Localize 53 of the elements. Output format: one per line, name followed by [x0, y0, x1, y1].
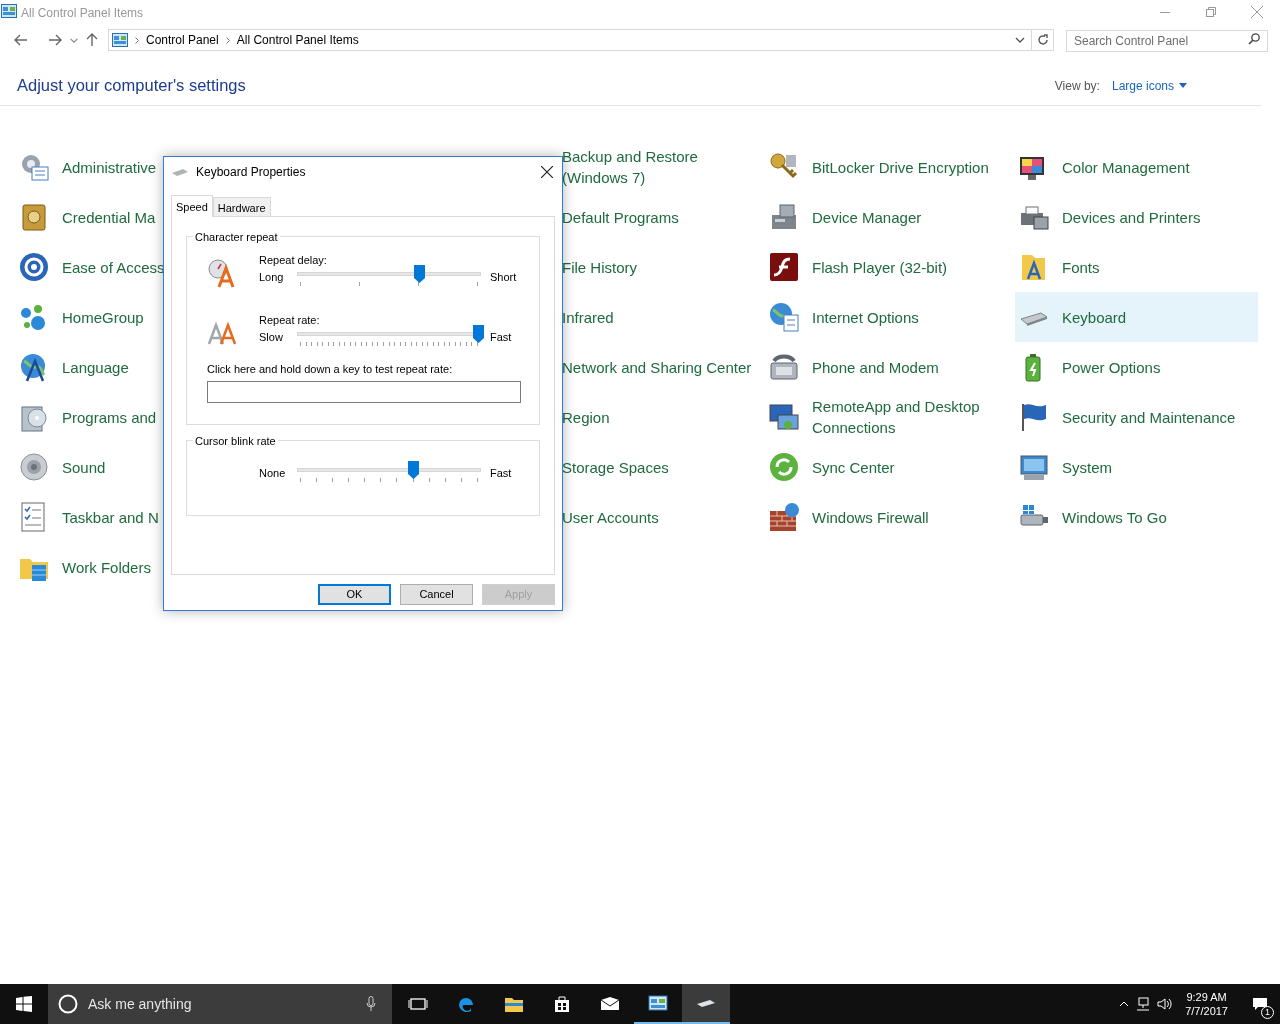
control-panel-item[interactable]: BitLocker Drive Encryption: [765, 142, 1008, 192]
control-panel-item[interactable]: Internet Options: [765, 292, 1008, 342]
control-panel-item[interactable]: Taskbar and N: [15, 492, 258, 542]
tab[interactable]: Speed: [171, 195, 213, 217]
slider-min-label: Long: [259, 270, 285, 285]
control-panel-item[interactable]: Sync Center: [765, 442, 1008, 492]
dialog-button[interactable]: Cancel: [400, 584, 473, 605]
notification-count: 1: [1261, 1006, 1274, 1019]
slider-max-label: Fast: [490, 330, 512, 345]
control-panel-item[interactable]: Flash Player (32-bit): [765, 242, 1008, 292]
page-heading: Adjust your computer's settings: [17, 75, 246, 97]
search-field[interactable]: Search Control Panel: [1066, 30, 1268, 52]
time-text: 9:29 AM: [1185, 990, 1228, 1004]
dialog-title: Keyboard Properties: [196, 164, 306, 181]
control-panel-item[interactable]: Network and Sharing Center: [515, 342, 758, 392]
clock[interactable]: 9:29 AM 7/7/2017: [1185, 990, 1228, 1018]
slider-min-label: None: [259, 465, 287, 481]
control-panel-item[interactable]: Storage Spaces: [515, 442, 758, 492]
control-panel-item[interactable]: HomeGroup: [15, 292, 258, 342]
tab[interactable]: Hardware: [212, 197, 271, 216]
view-by-dropdown[interactable]: Large icons: [1111, 76, 1187, 95]
control-panel-item[interactable]: Phone and Modem: [765, 342, 1008, 392]
control-panel-item[interactable]: File History: [515, 242, 758, 292]
control-panel-item[interactable]: Windows To Go: [1015, 492, 1258, 542]
control-panel-item[interactable]: User Accounts: [515, 492, 758, 542]
view-by-label: View by:: [1054, 77, 1100, 95]
slider-max-label: Fast: [490, 465, 512, 481]
control-panel-item[interactable]: RemoteApp and Desktop Connections: [765, 392, 1008, 442]
control-panel-item[interactable]: Region: [515, 392, 758, 442]
control-panel-item[interactable]: Power Options: [1015, 342, 1258, 392]
slider-label: Repeat rate:: [259, 313, 321, 327]
search-box[interactable]: Ask me anything: [48, 984, 392, 1024]
control-panel-item[interactable]: Devices and Printers: [1015, 192, 1258, 242]
control-panel-item[interactable]: Backup and Restore (Windows 7): [515, 142, 758, 192]
dialog-button[interactable]: OK: [318, 584, 391, 605]
field-label: Click here and hold down a key to test repeat rate:: [207, 362, 454, 377]
control-panel-item[interactable]: Security and Maintenance: [1015, 392, 1258, 442]
control-panel-item[interactable]: Keyboard: [1015, 292, 1258, 342]
notifications-button[interactable]: 1: [1240, 984, 1280, 1024]
control-panel-item[interactable]: Default Programs: [515, 192, 758, 242]
slider-min-label: Slow: [259, 330, 284, 345]
window-title: All Control Panel Items: [21, 5, 144, 22]
slider-max-label: Short: [490, 270, 517, 285]
control-panel-item[interactable]: Windows Firewall: [765, 492, 1008, 542]
control-panel-item[interactable]: Infrared: [515, 292, 758, 342]
control-panel-item[interactable]: Device Manager: [765, 192, 1008, 242]
date-text: 7/7/2017: [1185, 1004, 1228, 1018]
control-panel-item[interactable]: System: [1015, 442, 1258, 492]
breadcrumb-link[interactable]: Control Panel: [146, 31, 219, 49]
slider-label: Repeat delay:: [259, 253, 328, 267]
control-panel-item[interactable]: Fonts: [1015, 242, 1258, 292]
breadcrumb-link[interactable]: All Control Panel Items: [236, 31, 359, 49]
control-panel-item[interactable]: Color Management: [1015, 142, 1258, 192]
